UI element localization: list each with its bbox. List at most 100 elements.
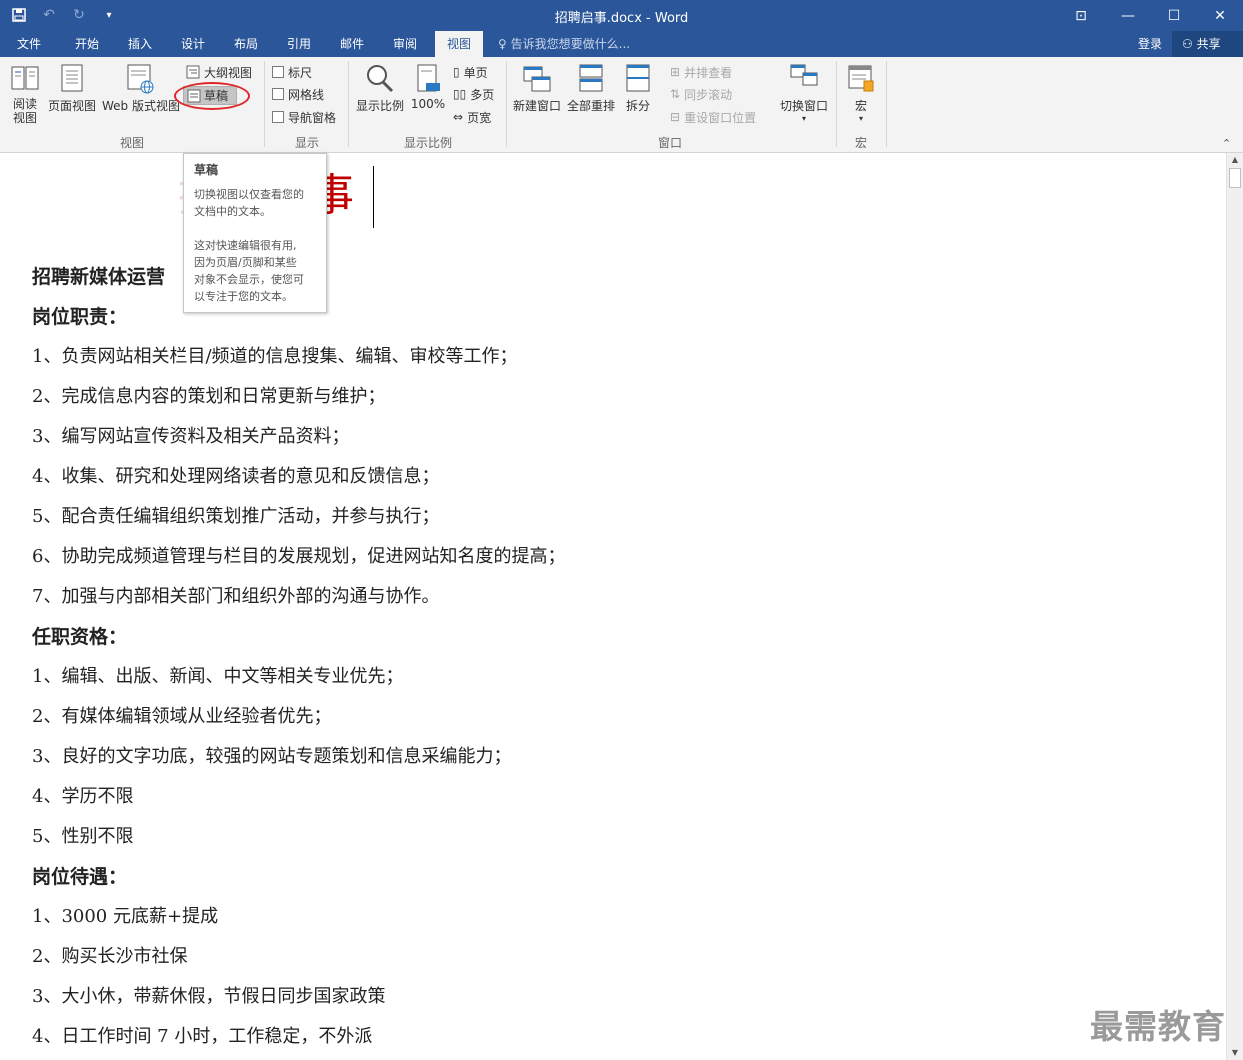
save-icon: [12, 8, 26, 22]
nav-pane-checkbox[interactable]: 导航窗格: [272, 108, 336, 126]
tab-layout[interactable]: 布局: [225, 31, 267, 57]
lightbulb-icon: ♀: [498, 37, 507, 51]
list-item: 1、负责网站相关栏目/频道的信息搜集、编辑、审校等工作；: [32, 346, 518, 367]
web-layout-label: Web 版式视图: [102, 99, 180, 113]
tell-me-text: 告诉我您想要做什么...: [510, 37, 631, 51]
zoom-100-button[interactable]: 100%: [410, 63, 446, 111]
print-layout-button[interactable]: 页面视图: [48, 63, 96, 114]
section-heading: 岗位待遇：: [32, 866, 128, 888]
arrange-all-button[interactable]: 全部重排: [565, 63, 617, 114]
page-width-label: 页宽: [467, 110, 492, 125]
checkbox[interactable]: [272, 66, 284, 78]
sync-scrolling-button[interactable]: ⇅ 同步滚动: [670, 85, 732, 103]
sync-scroll-icon: ⇅: [670, 87, 681, 101]
window-group-label: 窗口: [657, 136, 682, 150]
page-icon: [61, 64, 83, 92]
one-page-label: 单页: [463, 65, 488, 80]
redo-button[interactable]: ↻: [68, 4, 90, 26]
split-button[interactable]: 拆分: [620, 63, 656, 114]
print-layout-label: 页面视图: [48, 99, 97, 113]
tab-references[interactable]: 引用: [278, 31, 320, 57]
tab-review[interactable]: 审阅: [384, 31, 426, 57]
scroll-up-button[interactable]: ▲: [1227, 153, 1243, 167]
view-side-by-side-button[interactable]: ⊞ 并排查看: [670, 63, 732, 81]
multiple-pages-button[interactable]: ▯▯ 多页: [453, 85, 494, 103]
gridlines-label: 网格线: [288, 87, 325, 102]
switch-windows-button[interactable]: 切换窗口 ▾: [777, 63, 831, 123]
page-width-icon: ⇔: [453, 110, 464, 124]
tab-design[interactable]: 设计: [172, 31, 214, 57]
list-item: 7、加强与内部相关部门和组织外部的沟通与协作。: [32, 586, 440, 607]
group-separator: [264, 61, 265, 147]
tab-home[interactable]: 开始: [66, 31, 108, 57]
tooltip-line: 文档中的文本。: [194, 205, 271, 218]
list-item: 1、3000 元底薪+提成: [32, 906, 219, 927]
ribbon-display-options-button[interactable]: ⊡: [1058, 0, 1104, 31]
chevron-up-icon: ⌃: [1222, 137, 1232, 150]
tooltip-title: 草稿: [194, 163, 219, 177]
section-heading: 任职资格：: [32, 626, 128, 648]
list-item: 2、购买长沙市社保: [32, 946, 188, 967]
list-item: 6、协助完成频道管理与栏目的发展规划，促进网站知名度的提高；: [32, 546, 566, 567]
save-button[interactable]: [8, 4, 30, 26]
title-bar: ↶ ↻ ▾ 招聘启事.docx - Word ⊡ — ☐ ✕: [0, 0, 1243, 31]
list-item: 4、收集、研究和处理网络读者的意见和反馈信息；: [32, 466, 440, 487]
macro-icon: [848, 65, 874, 92]
zoom-group-label: 显示比例: [403, 136, 452, 150]
arrange-all-icon: [579, 64, 603, 92]
scroll-thumb[interactable]: [1229, 168, 1241, 188]
list-item: 4、日工作时间 7 小时，工作稳定，不外派: [32, 1026, 373, 1047]
tooltip-line: 切换视图以仅查看您的: [194, 188, 304, 201]
zoom-button[interactable]: 显示比例: [354, 63, 406, 114]
new-window-button[interactable]: 新建窗口: [511, 63, 563, 114]
section-heading: 岗位职责：: [32, 306, 128, 328]
list-item: 5、性别不限: [32, 826, 134, 847]
one-page-button[interactable]: ▯ 单页: [453, 63, 488, 81]
ribbon-tabs: 文件 开始 插入 设计 布局 引用 邮件 审阅 视图 ♀ 告诉我您想要做什么..…: [0, 31, 1243, 57]
outline-view-button[interactable]: 大纲视图: [186, 63, 252, 81]
draft-tooltip: 草稿 切换视图以仅查看您的 文档中的文本。 这对快速编辑很有用, 因为页眉/页脚…: [183, 153, 327, 313]
tab-file[interactable]: 文件: [8, 31, 50, 57]
zoom-100-label: 100%: [410, 97, 446, 111]
arrange-all-label: 全部重排: [566, 99, 615, 113]
list-item: 3、编写网站宣传资料及相关产品资料；: [32, 426, 350, 447]
web-layout-button[interactable]: Web 版式视图: [100, 63, 182, 114]
vertical-scrollbar[interactable]: ▲ ▼: [1226, 153, 1243, 1060]
group-separator: [886, 61, 887, 147]
gridlines-checkbox[interactable]: 网格线: [272, 85, 324, 103]
tooltip-line: 以专注于您的文本。: [194, 290, 293, 303]
scroll-down-button[interactable]: ▼: [1227, 1046, 1243, 1060]
tooltip-line: 这对快速编辑很有用,: [194, 239, 297, 252]
minimize-button[interactable]: —: [1105, 0, 1151, 31]
tab-mailings[interactable]: 邮件: [331, 31, 373, 57]
sign-in-link[interactable]: 登录: [1138, 31, 1162, 57]
new-window-icon: [523, 66, 551, 92]
undo-button[interactable]: ↶: [38, 4, 60, 26]
show-group-label: 显示: [294, 136, 319, 150]
checkbox[interactable]: [272, 88, 284, 100]
macros-button[interactable]: 宏 ▾: [842, 63, 880, 123]
ruler-checkbox[interactable]: 标尺: [272, 63, 312, 81]
tooltip-line: 因为页眉/页脚和某些: [194, 256, 297, 269]
redo-icon: ↻: [73, 7, 85, 23]
maximize-button[interactable]: ☐: [1151, 0, 1197, 31]
checkbox[interactable]: [272, 111, 284, 123]
reset-window-position-button[interactable]: ⊟ 重设窗口位置: [670, 108, 756, 126]
highlight-ellipse: [174, 82, 250, 110]
page-width-button[interactable]: ⇔ 页宽: [453, 108, 491, 126]
tell-me-box[interactable]: ♀ 告诉我您想要做什么...: [498, 31, 630, 57]
sync-scroll-label: 同步滚动: [684, 87, 733, 102]
read-mode-button[interactable]: 阅读 视图: [8, 63, 42, 125]
multi-page-label: 多页: [470, 87, 495, 102]
quick-access-toolbar: ↶ ↻ ▾: [8, 4, 120, 26]
one-page-icon: ▯: [453, 65, 460, 79]
tab-insert[interactable]: 插入: [119, 31, 161, 57]
collapse-ribbon-button[interactable]: ⌃: [1222, 137, 1231, 150]
close-button[interactable]: ✕: [1197, 0, 1243, 31]
tooltip-line: 对象不会显示，使您可: [194, 273, 304, 286]
watermark-logo: 最需教育: [1090, 1007, 1226, 1046]
share-button[interactable]: ⚇ 共享: [1172, 31, 1243, 57]
text-cursor: [373, 166, 374, 228]
tab-view[interactable]: 视图: [435, 31, 483, 57]
customize-qat-button[interactable]: ▾: [98, 4, 120, 26]
